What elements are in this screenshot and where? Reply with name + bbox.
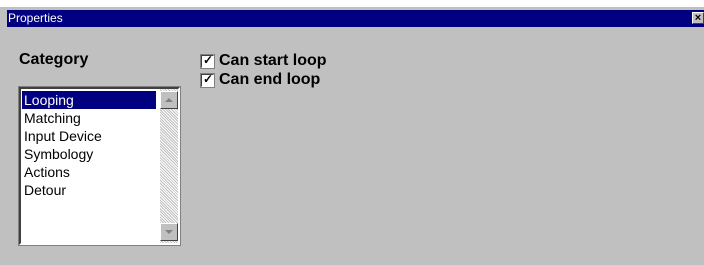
category-list: Looping Matching Input Device Symbology … — [22, 91, 156, 199]
can-start-loop-label[interactable]: Can start loop — [219, 52, 327, 70]
can-start-loop-option[interactable]: ✓ Can start loop — [200, 52, 327, 70]
category-listbox[interactable]: Looping Matching Input Device Symbology … — [18, 86, 181, 246]
checkmark-icon: ✓ — [203, 52, 214, 67]
properties-window: Properties × Category Looping Matching I… — [0, 0, 704, 265]
can-end-loop-option[interactable]: ✓ Can end loop — [200, 71, 320, 89]
scroll-down-button[interactable] — [160, 223, 178, 241]
list-item-symbology[interactable]: Symbology — [22, 145, 156, 163]
scroll-down-arrow-icon — [165, 230, 173, 234]
close-button[interactable]: × — [692, 12, 704, 24]
close-icon: × — [694, 12, 702, 24]
checkmark-icon: ✓ — [203, 71, 214, 86]
list-item-actions[interactable]: Actions — [22, 163, 156, 181]
title-bar[interactable]: Properties × — [7, 10, 704, 27]
vertical-scrollbar[interactable] — [160, 89, 178, 243]
list-item-input-device[interactable]: Input Device — [22, 127, 156, 145]
list-item-looping[interactable]: Looping — [22, 91, 156, 109]
scroll-up-arrow-icon — [165, 98, 173, 102]
list-item-detour[interactable]: Detour — [22, 181, 156, 199]
can-end-loop-label[interactable]: Can end loop — [219, 71, 320, 89]
category-heading: Category — [19, 51, 89, 68]
scroll-up-button[interactable] — [160, 91, 178, 109]
list-item-matching[interactable]: Matching — [22, 109, 156, 127]
can-end-loop-checkbox[interactable]: ✓ — [200, 71, 215, 88]
can-start-loop-checkbox[interactable]: ✓ — [200, 52, 215, 69]
window-title: Properties — [8, 11, 63, 25]
